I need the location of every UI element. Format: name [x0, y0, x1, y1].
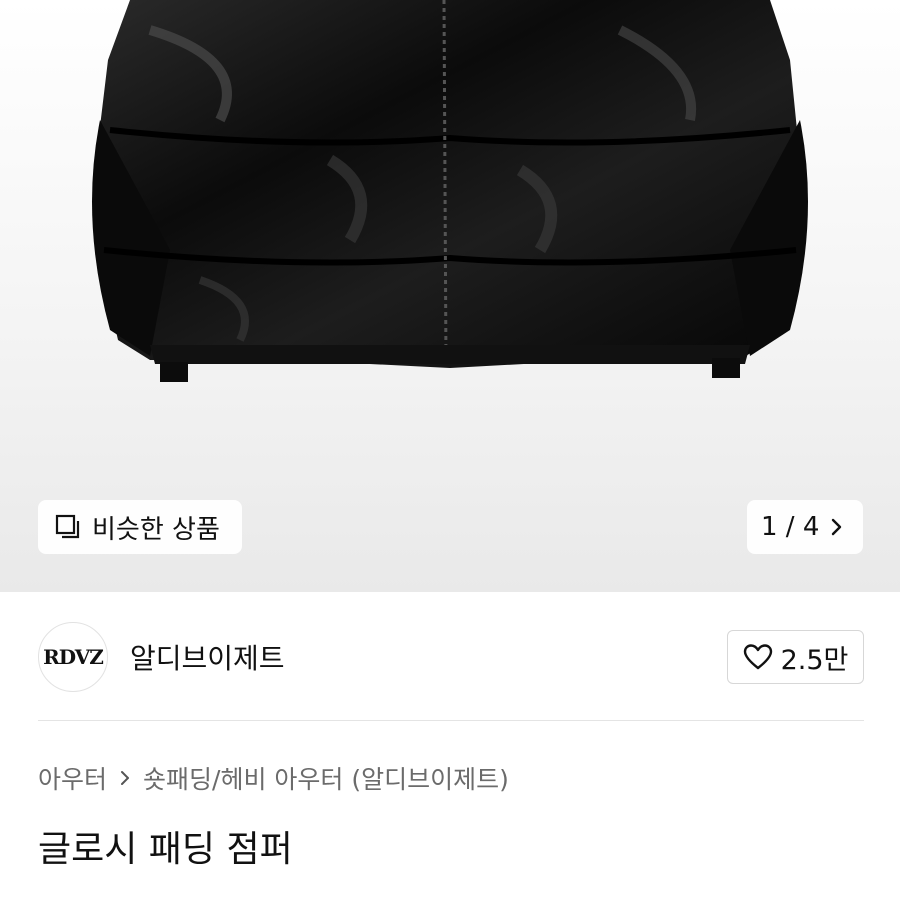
similar-products-label: 비슷한 상품 — [92, 514, 220, 545]
product-image-gallery[interactable]: 비슷한 상품 1 / 4 — [0, 0, 900, 592]
brand-row: RDVZ 알디브이제트 2.5만 — [38, 620, 864, 694]
breadcrumb-subcategory[interactable]: 숏패딩/헤비 아우터 (알디브이제트) — [143, 760, 509, 796]
brand-logo[interactable]: RDVZ — [38, 622, 108, 692]
product-title: 글로시 패딩 점퍼 — [38, 829, 293, 870]
heart-icon — [743, 644, 772, 670]
divider — [38, 720, 864, 721]
image-counter[interactable]: 1 / 4 — [747, 500, 863, 554]
brand-name-link[interactable]: 알디브이제트 — [130, 637, 285, 677]
similar-products-icon — [55, 514, 80, 539]
similar-products-button[interactable]: 비슷한 상품 — [38, 500, 242, 554]
chevron-right-icon — [832, 518, 842, 536]
like-button[interactable]: 2.5만 — [727, 630, 864, 684]
brand-logo-text: RDVZ — [43, 645, 104, 669]
breadcrumb: 아우터 숏패딩/헤비 아우터 (알디브이제트) — [38, 758, 509, 798]
image-counter-text: 1 / 4 — [761, 512, 820, 542]
like-count: 2.5만 — [780, 644, 849, 676]
breadcrumb-category[interactable]: 아우터 — [38, 760, 107, 796]
chevron-right-icon — [121, 771, 130, 785]
